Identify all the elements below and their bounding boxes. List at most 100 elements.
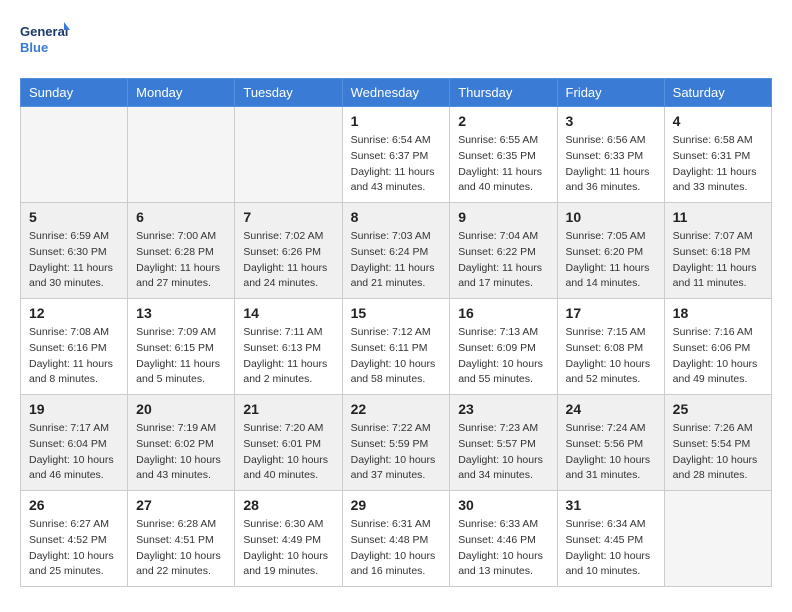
day-info: Sunrise: 7:00 AM Sunset: 6:28 PM Dayligh… bbox=[136, 229, 226, 292]
calendar-day-cell: 20 Sunrise: 7:19 AM Sunset: 6:02 PM Dayli… bbox=[128, 395, 235, 491]
day-number: 26 bbox=[29, 497, 119, 513]
calendar-day-cell: 8Sunrise: 7:03 AM Sunset: 6:24 PM Daylig… bbox=[342, 203, 450, 299]
day-number: 21 bbox=[243, 401, 333, 417]
day-info: Sunrise: 7:09 AM Sunset: 6:15 PM Dayligh… bbox=[136, 325, 226, 388]
day-number: 16 bbox=[458, 305, 548, 321]
day-info: Sunrise: 7:08 AM Sunset: 6:16 PM Dayligh… bbox=[29, 325, 119, 388]
day-number: 15 bbox=[351, 305, 442, 321]
day-info: Sunrise: 7:15 AM Sunset: 6:08 PM Dayligh… bbox=[566, 325, 656, 388]
calendar-day-cell: 16 Sunrise: 7:13 AM Sunset: 6:09 PM Dayli… bbox=[450, 299, 557, 395]
day-number: 27 bbox=[136, 497, 226, 513]
calendar-day-cell: 21 Sunrise: 7:20 AM Sunset: 6:01 PM Dayli… bbox=[235, 395, 342, 491]
calendar-day-cell: 15 Sunrise: 7:12 AM Sunset: 6:11 PM Dayli… bbox=[342, 299, 450, 395]
weekday-header: Tuesday bbox=[235, 79, 342, 107]
calendar-day-cell: 26 Sunrise: 6:27 AM Sunset: 4:52 PM Dayli… bbox=[21, 491, 128, 587]
weekday-header: Sunday bbox=[21, 79, 128, 107]
calendar-day-cell: 18 Sunrise: 7:16 AM Sunset: 6:06 PM Dayli… bbox=[664, 299, 771, 395]
day-number: 7 bbox=[243, 209, 333, 225]
day-info: Sunrise: 7:22 AM Sunset: 5:59 PM Dayligh… bbox=[351, 421, 442, 484]
day-info: Sunrise: 7:19 AM Sunset: 6:02 PM Dayligh… bbox=[136, 421, 226, 484]
day-number: 29 bbox=[351, 497, 442, 513]
day-number: 9 bbox=[458, 209, 548, 225]
day-info: Sunrise: 7:23 AM Sunset: 5:57 PM Dayligh… bbox=[458, 421, 548, 484]
day-info: Sunrise: 7:17 AM Sunset: 6:04 PM Dayligh… bbox=[29, 421, 119, 484]
day-number: 13 bbox=[136, 305, 226, 321]
day-number: 2 bbox=[458, 113, 548, 129]
calendar-day-cell: 28Sunrise: 6:30 AM Sunset: 4:49 PM Dayli… bbox=[235, 491, 342, 587]
day-number: 23 bbox=[458, 401, 548, 417]
day-info: Sunrise: 6:56 AM Sunset: 6:33 PM Dayligh… bbox=[566, 133, 656, 196]
day-info: Sunrise: 7:02 AM Sunset: 6:26 PM Dayligh… bbox=[243, 229, 333, 292]
calendar-day-cell: 17 Sunrise: 7:15 AM Sunset: 6:08 PM Dayli… bbox=[557, 299, 664, 395]
day-number: 22 bbox=[351, 401, 442, 417]
day-number: 30 bbox=[458, 497, 548, 513]
calendar-day-cell: 13 Sunrise: 7:09 AM Sunset: 6:15 PM Dayli… bbox=[128, 299, 235, 395]
day-number: 17 bbox=[566, 305, 656, 321]
day-info: Sunrise: 7:04 AM Sunset: 6:22 PM Dayligh… bbox=[458, 229, 548, 292]
day-info: Sunrise: 7:20 AM Sunset: 6:01 PM Dayligh… bbox=[243, 421, 333, 484]
day-info: Sunrise: 7:05 AM Sunset: 6:20 PM Dayligh… bbox=[566, 229, 656, 292]
day-info: Sunrise: 6:30 AM Sunset: 4:49 PM Dayligh… bbox=[243, 517, 333, 580]
calendar-day-cell: 2 Sunrise: 6:55 AM Sunset: 6:35 PM Daylig… bbox=[450, 107, 557, 203]
day-info: Sunrise: 7:07 AM Sunset: 6:18 PM Dayligh… bbox=[673, 229, 763, 292]
day-number: 11 bbox=[673, 209, 763, 225]
day-info: Sunrise: 7:03 AM Sunset: 6:24 PM Dayligh… bbox=[351, 229, 442, 292]
day-number: 19 bbox=[29, 401, 119, 417]
weekday-header: Wednesday bbox=[342, 79, 450, 107]
day-info: Sunrise: 7:13 AM Sunset: 6:09 PM Dayligh… bbox=[458, 325, 548, 388]
calendar-day-cell: 29 Sunrise: 6:31 AM Sunset: 4:48 PM Dayli… bbox=[342, 491, 450, 587]
day-info: Sunrise: 7:12 AM Sunset: 6:11 PM Dayligh… bbox=[351, 325, 442, 388]
calendar-day-cell: 30Sunrise: 6:33 AM Sunset: 4:46 PM Dayli… bbox=[450, 491, 557, 587]
calendar-day-cell: 9 Sunrise: 7:04 AM Sunset: 6:22 PM Daylig… bbox=[450, 203, 557, 299]
weekday-header: Saturday bbox=[664, 79, 771, 107]
day-number: 20 bbox=[136, 401, 226, 417]
svg-text:General: General bbox=[20, 24, 68, 39]
calendar-day-cell: 3Sunrise: 6:56 AM Sunset: 6:33 PM Daylig… bbox=[557, 107, 664, 203]
calendar-day-cell: 4 Sunrise: 6:58 AM Sunset: 6:31 PM Daylig… bbox=[664, 107, 771, 203]
day-info: Sunrise: 6:28 AM Sunset: 4:51 PM Dayligh… bbox=[136, 517, 226, 580]
page-header: General Blue bbox=[20, 20, 772, 62]
day-number: 4 bbox=[673, 113, 763, 129]
day-number: 10 bbox=[566, 209, 656, 225]
day-info: Sunrise: 6:34 AM Sunset: 4:45 PM Dayligh… bbox=[566, 517, 656, 580]
day-number: 14 bbox=[243, 305, 333, 321]
calendar-day-cell: 11 Sunrise: 7:07 AM Sunset: 6:18 PM Dayli… bbox=[664, 203, 771, 299]
calendar-day-cell: 19 Sunrise: 7:17 AM Sunset: 6:04 PM Dayli… bbox=[21, 395, 128, 491]
day-number: 12 bbox=[29, 305, 119, 321]
calendar-day-cell: 12 Sunrise: 7:08 AM Sunset: 6:16 PM Dayli… bbox=[21, 299, 128, 395]
weekday-header-row: SundayMondayTuesdayWednesdayThursdayFrid… bbox=[21, 79, 772, 107]
day-number: 18 bbox=[673, 305, 763, 321]
calendar-week-row: 12 Sunrise: 7:08 AM Sunset: 6:16 PM Dayli… bbox=[21, 299, 772, 395]
day-info: Sunrise: 6:58 AM Sunset: 6:31 PM Dayligh… bbox=[673, 133, 763, 196]
calendar-day-cell: 27 Sunrise: 6:28 AM Sunset: 4:51 PM Dayli… bbox=[128, 491, 235, 587]
day-info: Sunrise: 7:26 AM Sunset: 5:54 PM Dayligh… bbox=[673, 421, 763, 484]
svg-text:Blue: Blue bbox=[20, 40, 48, 55]
logo: General Blue bbox=[20, 20, 70, 62]
day-info: Sunrise: 6:31 AM Sunset: 4:48 PM Dayligh… bbox=[351, 517, 442, 580]
calendar-week-row: 26 Sunrise: 6:27 AM Sunset: 4:52 PM Dayli… bbox=[21, 491, 772, 587]
calendar-day-cell: 25Sunrise: 7:26 AM Sunset: 5:54 PM Dayli… bbox=[664, 395, 771, 491]
logo-svg: General Blue bbox=[20, 20, 70, 62]
calendar-week-row: 1Sunrise: 6:54 AM Sunset: 6:37 PM Daylig… bbox=[21, 107, 772, 203]
day-info: Sunrise: 6:59 AM Sunset: 6:30 PM Dayligh… bbox=[29, 229, 119, 292]
calendar-day-cell: 23 Sunrise: 7:23 AM Sunset: 5:57 PM Dayli… bbox=[450, 395, 557, 491]
calendar-day-cell bbox=[21, 107, 128, 203]
calendar-day-cell: 7 Sunrise: 7:02 AM Sunset: 6:26 PM Daylig… bbox=[235, 203, 342, 299]
weekday-header: Monday bbox=[128, 79, 235, 107]
day-number: 24 bbox=[566, 401, 656, 417]
day-info: Sunrise: 7:16 AM Sunset: 6:06 PM Dayligh… bbox=[673, 325, 763, 388]
calendar-day-cell: 1Sunrise: 6:54 AM Sunset: 6:37 PM Daylig… bbox=[342, 107, 450, 203]
calendar-day-cell: 31 Sunrise: 6:34 AM Sunset: 4:45 PM Dayli… bbox=[557, 491, 664, 587]
calendar-day-cell bbox=[235, 107, 342, 203]
day-number: 31 bbox=[566, 497, 656, 513]
calendar-day-cell: 5Sunrise: 6:59 AM Sunset: 6:30 PM Daylig… bbox=[21, 203, 128, 299]
calendar-day-cell: 24Sunrise: 7:24 AM Sunset: 5:56 PM Dayli… bbox=[557, 395, 664, 491]
day-info: Sunrise: 6:55 AM Sunset: 6:35 PM Dayligh… bbox=[458, 133, 548, 196]
calendar-day-cell bbox=[128, 107, 235, 203]
calendar-day-cell: 14Sunrise: 7:11 AM Sunset: 6:13 PM Dayli… bbox=[235, 299, 342, 395]
calendar-week-row: 5Sunrise: 6:59 AM Sunset: 6:30 PM Daylig… bbox=[21, 203, 772, 299]
calendar-day-cell bbox=[664, 491, 771, 587]
calendar-week-row: 19 Sunrise: 7:17 AM Sunset: 6:04 PM Dayli… bbox=[21, 395, 772, 491]
day-info: Sunrise: 6:27 AM Sunset: 4:52 PM Dayligh… bbox=[29, 517, 119, 580]
calendar-table: SundayMondayTuesdayWednesdayThursdayFrid… bbox=[20, 78, 772, 587]
